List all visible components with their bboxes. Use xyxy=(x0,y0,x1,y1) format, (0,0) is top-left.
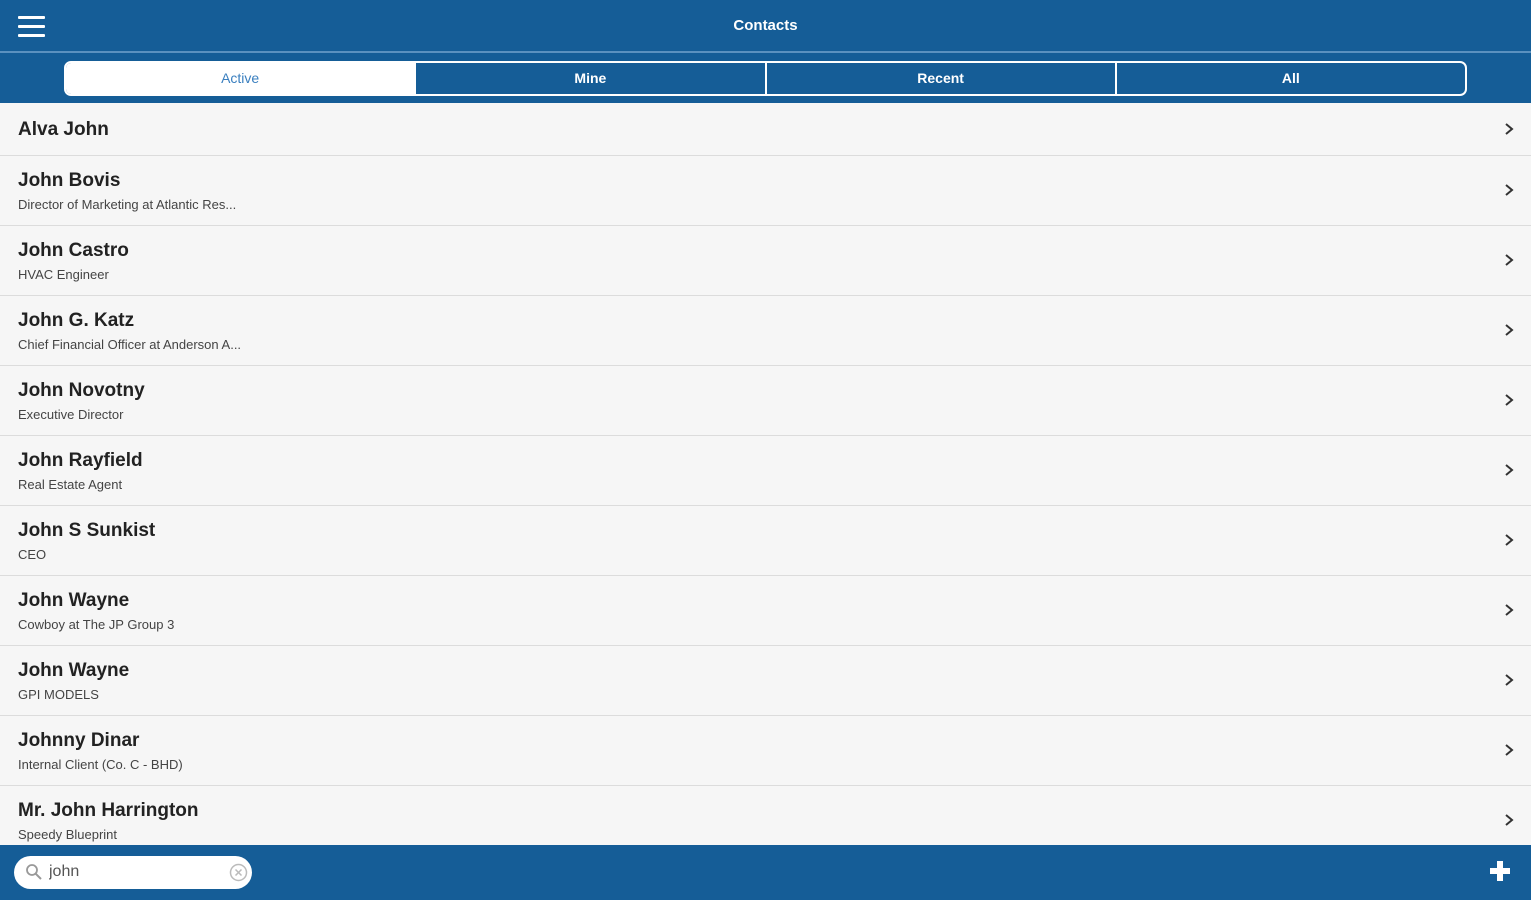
contact-name: John Bovis xyxy=(18,170,121,191)
contact-subtitle: GPI MODELS xyxy=(18,687,99,702)
search-box[interactable] xyxy=(14,856,252,889)
tab-active[interactable]: Active xyxy=(66,63,415,94)
contact-row[interactable]: Mr. John Harrington Speedy Blueprint xyxy=(0,786,1531,845)
chevron-right-icon xyxy=(1505,534,1514,546)
contact-subtitle: Cowboy at The JP Group 3 xyxy=(18,617,175,632)
chevron-right-icon xyxy=(1505,604,1514,616)
contact-subtitle: CEO xyxy=(18,547,47,562)
chevron-right-icon xyxy=(1505,123,1514,135)
contact-row[interactable]: John S Sunkist CEO xyxy=(0,506,1531,576)
chevron-right-icon xyxy=(1505,394,1514,406)
top-bar: Contacts xyxy=(0,0,1531,51)
segmented-control: Active Mine Recent All xyxy=(64,61,1467,96)
contact-name: John Novotny xyxy=(18,380,145,401)
page-title: Contacts xyxy=(733,17,798,34)
clear-icon[interactable] xyxy=(229,863,248,882)
contact-name: Mr. John Harrington xyxy=(18,800,199,821)
contact-row[interactable]: John Rayfield Real Estate Agent xyxy=(0,436,1531,506)
tab-bar: Active Mine Recent All xyxy=(0,51,1531,103)
plus-icon[interactable] xyxy=(1489,860,1511,882)
tab-all[interactable]: All xyxy=(1114,63,1465,94)
contact-name: John Wayne xyxy=(18,590,130,611)
contact-name: John S Sunkist xyxy=(18,520,156,541)
contact-subtitle: Internal Client (Co. C - BHD) xyxy=(18,757,183,772)
contact-subtitle: HVAC Engineer xyxy=(18,267,109,282)
chevron-right-icon xyxy=(1505,744,1514,756)
contact-row[interactable]: John Wayne GPI MODELS xyxy=(0,646,1531,716)
contact-name: Johnny Dinar xyxy=(18,730,140,751)
bottom-bar xyxy=(0,845,1531,900)
chevron-right-icon xyxy=(1505,254,1514,266)
contact-subtitle: Director of Marketing at Atlantic Res... xyxy=(18,197,237,212)
contact-row[interactable]: John G. Katz Chief Financial Officer at … xyxy=(0,296,1531,366)
tab-mine[interactable]: Mine xyxy=(414,63,764,94)
chevron-right-icon xyxy=(1505,674,1514,686)
chevron-right-icon xyxy=(1505,324,1514,336)
chevron-right-icon xyxy=(1505,814,1514,826)
contact-subtitle: Speedy Blueprint xyxy=(18,827,118,842)
hamburger-menu-icon[interactable] xyxy=(16,14,48,40)
chevron-right-icon xyxy=(1505,184,1514,196)
chevron-right-icon xyxy=(1505,464,1514,476)
search-input[interactable] xyxy=(49,861,234,883)
contact-list[interactable]: Alva John John Bovis Director of Marketi… xyxy=(0,103,1531,845)
contact-subtitle: Real Estate Agent xyxy=(18,477,123,492)
contact-subtitle: Executive Director xyxy=(18,407,124,422)
contact-name: Alva John xyxy=(18,119,109,140)
contact-name: John G. Katz xyxy=(18,310,135,331)
contact-row[interactable]: John Bovis Director of Marketing at Atla… xyxy=(0,156,1531,226)
contact-name: John Rayfield xyxy=(18,450,143,471)
contact-name: John Wayne xyxy=(18,660,130,681)
contact-row[interactable]: John Wayne Cowboy at The JP Group 3 xyxy=(0,576,1531,646)
search-icon xyxy=(26,864,42,880)
contact-row[interactable]: Johnny Dinar Internal Client (Co. C - BH… xyxy=(0,716,1531,786)
contacts-app: Contacts Active Mine Recent All Alva Joh… xyxy=(0,0,1531,900)
contact-row[interactable]: John Novotny Executive Director xyxy=(0,366,1531,436)
tab-recent[interactable]: Recent xyxy=(764,63,1115,94)
contact-row[interactable]: Alva John xyxy=(0,103,1531,156)
contact-row[interactable]: John Castro HVAC Engineer xyxy=(0,226,1531,296)
contact-subtitle: Chief Financial Officer at Anderson A... xyxy=(18,337,242,352)
contact-name: John Castro xyxy=(18,240,129,261)
